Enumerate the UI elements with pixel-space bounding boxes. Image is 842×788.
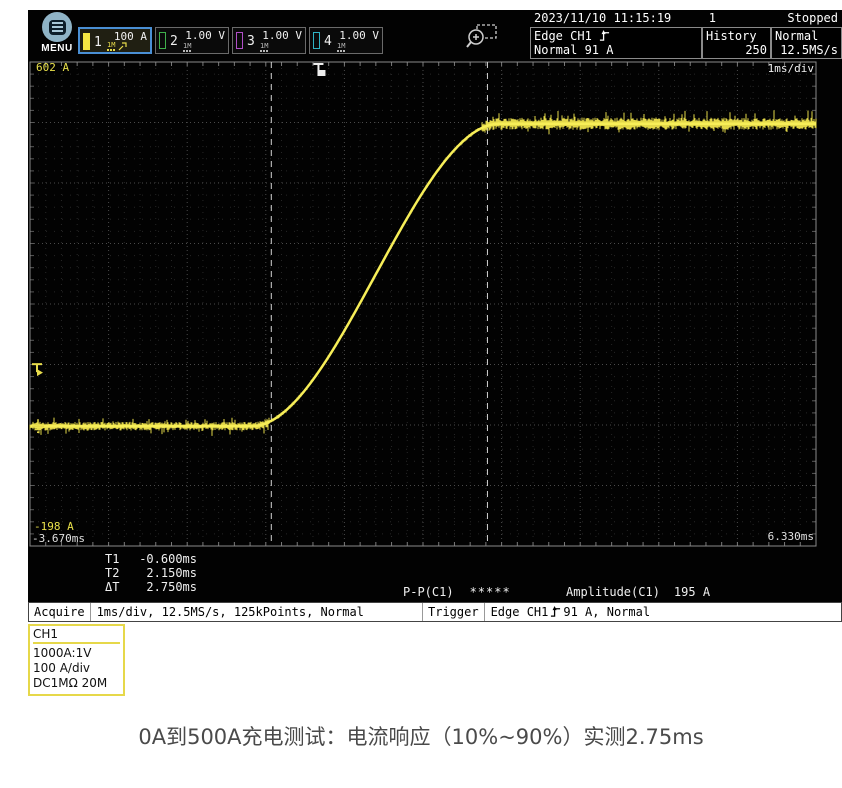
- channel-1-color-swatch: [83, 33, 90, 50]
- caption: 0A到500A充电测试：电流响应（10%~90%）实测2.75ms: [0, 721, 842, 751]
- status-row: 2023/11/10 11:15:19 1 Stopped: [530, 11, 840, 26]
- channel-3-color-swatch: [236, 32, 243, 49]
- trigger-settings-pre: Edge CH1: [491, 605, 549, 619]
- impedance-1M-icon: 1M: [183, 42, 191, 52]
- vertical-scale: 100 A/div: [33, 661, 120, 676]
- pp-value: *****: [470, 585, 511, 599]
- acquire-status[interactable]: Acquire 1ms/div, 12.5MS/s, 125kPoints, N…: [29, 603, 370, 621]
- amplitude-measurement: Amplitude(C1) 195 A: [566, 585, 710, 599]
- trigger-info-box[interactable]: Edge CH1 Normal 91 A: [530, 27, 702, 59]
- measurement-strip: T1-0.600ms T22.150ms ΔT2.750ms P-P(C1) **…: [28, 548, 842, 602]
- channel-4-color-swatch: [313, 32, 320, 49]
- impedance-1M-icon: 1M: [337, 42, 345, 52]
- menu-label: MENU: [34, 43, 80, 54]
- t2-label: T2: [105, 566, 131, 580]
- zoom-search-button[interactable]: [464, 22, 500, 54]
- trigger-status[interactable]: Trigger Edge CH1 91 A, Normal: [422, 603, 656, 621]
- history-box[interactable]: History 250: [702, 27, 771, 59]
- t2-value: 2.150ms: [131, 566, 197, 580]
- acq-mode-label: Normal: [775, 29, 838, 43]
- probe-icon: [118, 42, 127, 51]
- datetime: 2023/11/10 11:15:19: [534, 11, 671, 25]
- trigger-settings-post: 91 A, Normal: [563, 605, 650, 619]
- history-count: 250: [706, 43, 767, 57]
- rising-edge-icon: [599, 30, 610, 42]
- t1-value: -0.600ms: [131, 552, 197, 566]
- channel-3-button[interactable]: 3 1.00 V 1M: [232, 27, 306, 54]
- trigger-level-text: Normal 91 A: [534, 43, 698, 57]
- waveform-display[interactable]: 602 A 1ms/div -198 A -3.670ms 6.330ms: [28, 60, 842, 548]
- status-bar: Acquire 1ms/div, 12.5MS/s, 125kPoints, N…: [28, 602, 842, 622]
- acquisition-mode-box[interactable]: Normal 12.5MS/s: [771, 27, 842, 59]
- channel-4-button[interactable]: 4 1.00 V 1M: [309, 27, 383, 54]
- channel-info-title: CH1: [33, 627, 120, 644]
- channel-2-number: 2: [170, 34, 178, 49]
- channel-4-number: 4: [324, 34, 332, 49]
- impedance-1M-icon: 1M: [260, 42, 268, 52]
- history-label: History: [706, 29, 767, 43]
- hamburger-icon: [42, 12, 72, 42]
- run-state: Stopped: [787, 11, 838, 25]
- pp-measurement: P-P(C1) *****: [403, 585, 511, 599]
- dt-value: 2.750ms: [131, 580, 197, 594]
- timebase-label: 1ms/div: [768, 62, 814, 75]
- top-bar: MENU 1 100 A 1M 2 1.00 V 1M: [28, 10, 842, 60]
- waveform-svg: [28, 60, 842, 548]
- page: MENU 1 100 A 1M 2 1.00 V 1M: [0, 0, 842, 788]
- pp-label: P-P(C1): [403, 585, 454, 599]
- probe-ratio: 1000A:1V: [33, 646, 120, 661]
- zoom-search-icon: [464, 22, 500, 50]
- coupling-bandwidth: DC1MΩ 20M: [33, 676, 120, 691]
- channel-4-scale: 1.00 V: [339, 29, 379, 42]
- channel-2-color-swatch: [159, 32, 166, 49]
- t1-label: T1: [105, 552, 131, 566]
- impedance-1M-icon: 1M: [107, 41, 115, 51]
- trigger-type: Edge CH1: [534, 29, 592, 43]
- dt-label: ΔT: [105, 580, 131, 594]
- channel-2-scale: 1.00 V: [185, 29, 225, 42]
- acquire-settings: 1ms/div, 12.5MS/s, 125kPoints, Normal: [91, 605, 370, 619]
- amplitude-value: 195 A: [674, 585, 710, 599]
- oscilloscope-screen: MENU 1 100 A 1M 2 1.00 V 1M: [28, 10, 842, 622]
- channel-3-scale: 1.00 V: [262, 29, 302, 42]
- channel-1-info-box[interactable]: CH1 1000A:1V 100 A/div DC1MΩ 20M: [28, 624, 125, 696]
- time-start-label: -3.670ms: [32, 532, 85, 545]
- amplitude-label: Amplitude(C1): [566, 585, 660, 599]
- channel-3-number: 3: [247, 34, 255, 49]
- menu-button[interactable]: MENU: [34, 12, 80, 54]
- rising-edge-icon: [550, 606, 561, 618]
- sample-rate: 12.5MS/s: [775, 43, 838, 57]
- channel-1-number: 1: [94, 35, 102, 50]
- trigger-label: Trigger: [423, 603, 485, 621]
- cursor-readout: T1-0.600ms T22.150ms ΔT2.750ms: [105, 552, 197, 594]
- y-axis-top-label: 602 A: [36, 61, 69, 74]
- channel-2-button[interactable]: 2 1.00 V 1M: [155, 27, 229, 54]
- acquisition-count: 1: [709, 11, 716, 25]
- time-end-label: 6.330ms: [768, 530, 814, 543]
- acquire-label: Acquire: [29, 603, 91, 621]
- channel-1-button[interactable]: 1 100 A 1M: [78, 27, 152, 54]
